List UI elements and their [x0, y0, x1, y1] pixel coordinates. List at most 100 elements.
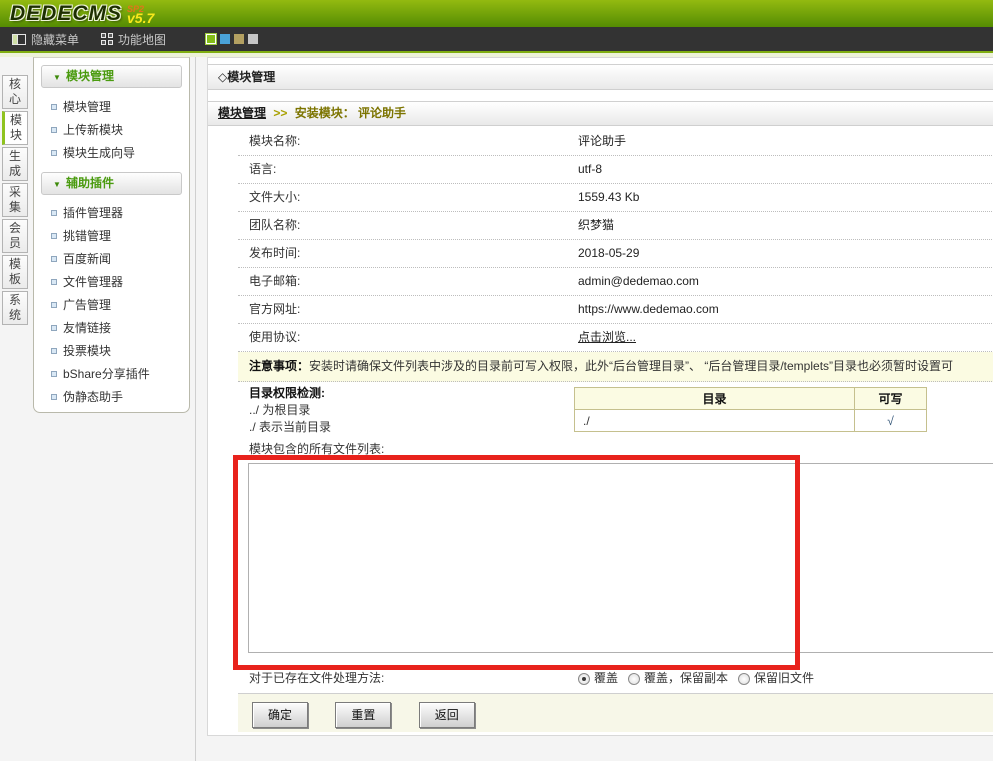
theme-square-gray[interactable] — [248, 34, 258, 44]
menu-item-upload-new-module[interactable]: 上传新模块 — [34, 119, 189, 142]
hide-menu-label: 隐藏菜单 — [31, 31, 79, 48]
square-bullet-icon — [51, 127, 57, 133]
tab-system[interactable]: 系统 — [2, 291, 28, 325]
table-header-row: 目录 可写 — [575, 388, 927, 410]
square-bullet-icon — [51, 104, 57, 110]
menu-item-file-manager[interactable]: 文件管理器 — [34, 271, 189, 294]
reset-button[interactable]: 重置 — [335, 702, 391, 728]
radio-overwrite[interactable]: 覆盖 — [578, 665, 618, 692]
square-bullet-icon — [51, 325, 57, 331]
back-button[interactable]: 返回 — [419, 702, 475, 728]
breadcrumb-link-module-management[interactable]: 模块管理 — [218, 106, 266, 120]
tab-member[interactable]: 会员 — [2, 219, 28, 253]
module-menu-panel: ▼ 模块管理 模块管理 上传新模块 模块生成向导 ▼ 辅助插件 插件管理器 挑错… — [33, 57, 190, 413]
menu-section-auxiliary-plugins[interactable]: ▼ 辅助插件 — [41, 172, 182, 195]
square-bullet-icon — [51, 150, 57, 156]
sitemap-grid-icon — [101, 33, 113, 45]
table-row-module-name: 模块名称: 评论助手 — [238, 128, 993, 156]
module-tab-strip: 核心 模块 生成 采集 会员 模板 系统 — [2, 75, 30, 327]
sitemap-label: 功能地图 — [118, 31, 166, 48]
dir-permission-row: 目录权限检测: ../ 为根目录 ./ 表示当前目录 目录 可写 ./ √ — [238, 382, 993, 439]
module-files-textarea[interactable] — [248, 463, 993, 653]
table-row-file-size: 文件大小: 1559.43 Kb — [238, 184, 993, 212]
table-row-license: 使用协议: 点击浏览... — [238, 324, 993, 352]
tab-core[interactable]: 核心 — [2, 75, 28, 109]
notice-label: 注意事项： — [249, 359, 309, 373]
theme-square-green[interactable] — [206, 34, 216, 44]
install-module-form: 模块名称: 评论助手 语言: utf-8 文件大小: 1559.43 Kb 团队… — [238, 128, 993, 732]
dir-cell: ./ — [575, 410, 855, 432]
menu-item-module-wizard[interactable]: 模块生成向导 — [34, 142, 189, 165]
table-row: ./ √ — [575, 410, 927, 432]
license-browse-link[interactable]: 点击浏览... — [578, 324, 636, 351]
file-handling-options: 覆盖 覆盖，保留副本 保留旧文件 — [578, 665, 814, 692]
breadcrumb-current: 安装模块： 评论助手 — [295, 106, 406, 120]
radio-button-icon — [578, 673, 590, 685]
table-row-release-date: 发布时间: 2018-05-29 — [238, 240, 993, 268]
theme-color-picker — [206, 34, 258, 44]
dir-permission-table: 目录 可写 ./ √ — [574, 387, 927, 432]
sidebar-divider — [195, 57, 196, 761]
radio-overwrite-keep-copy[interactable]: 覆盖，保留副本 — [628, 665, 728, 692]
file-handling-row: 对于已存在文件处理方法: 覆盖 覆盖，保留副本 保留旧文件 — [238, 665, 993, 693]
file-handling-label: 对于已存在文件处理方法: — [249, 671, 384, 685]
square-bullet-icon — [51, 394, 57, 400]
form-buttons-row: 确定 重置 返回 — [238, 693, 993, 732]
radio-keep-old-file[interactable]: 保留旧文件 — [738, 665, 814, 692]
page-title-bar: ◇模块管理 — [208, 64, 993, 90]
files-list-label: 模块包含的所有文件列表: — [238, 439, 993, 463]
square-bullet-icon — [51, 279, 57, 285]
menu-section-module-management[interactable]: ▼ 模块管理 — [41, 65, 182, 88]
page-title: 模块管理 — [227, 70, 275, 84]
menu-item-plugin-manager[interactable]: 插件管理器 — [34, 202, 189, 225]
square-bullet-icon — [51, 233, 57, 239]
top-brand-bar: DEDECMS SP2 v5.7 — [0, 0, 993, 27]
admin-toolbar: 隐藏菜单 功能地图 — [0, 27, 993, 51]
menu-item-pseudo-static[interactable]: 伪静态助手 — [34, 386, 189, 409]
table-row-website: 官方网址: https://www.dedemao.com — [238, 296, 993, 324]
menu-item-baidu-news[interactable]: 百度新闻 — [34, 248, 189, 271]
square-bullet-icon — [51, 256, 57, 262]
menu-item-vote-module[interactable]: 投票模块 — [34, 340, 189, 363]
menu-section-1-items: 插件管理器 挑错管理 百度新闻 文件管理器 广告管理 友情链接 投票模块 bSh… — [34, 202, 189, 409]
table-row-language: 语言: utf-8 — [238, 156, 993, 184]
menu-item-ad-management[interactable]: 广告管理 — [34, 294, 189, 317]
menu-item-friend-links[interactable]: 友情链接 — [34, 317, 189, 340]
menu-item-module-management[interactable]: 模块管理 — [34, 96, 189, 119]
breadcrumb: 模块管理 >> 安装模块： 评论助手 — [208, 101, 993, 126]
hide-menu-icon — [12, 34, 26, 45]
menu-item-bshare-plugin[interactable]: bShare分享插件 — [34, 363, 189, 386]
tab-collect[interactable]: 采集 — [2, 183, 28, 217]
square-bullet-icon — [51, 302, 57, 308]
radio-button-icon — [738, 673, 750, 685]
radio-button-icon — [628, 673, 640, 685]
writable-check-cell: √ — [855, 410, 927, 432]
square-bullet-icon — [51, 348, 57, 354]
hide-menu-button[interactable]: 隐藏菜单 — [12, 31, 79, 48]
dedecms-logo: DEDECMS — [10, 2, 122, 26]
version-block: SP2 v5.7 — [127, 5, 154, 23]
theme-square-blue[interactable] — [220, 34, 230, 44]
column-header-directory: 目录 — [575, 388, 855, 410]
version-label: v5.7 — [127, 14, 154, 23]
table-row-team-name: 团队名称: 织梦猫 — [238, 212, 993, 240]
ok-button[interactable]: 确定 — [252, 702, 308, 728]
table-row-email: 电子邮箱: admin@dedemao.com — [238, 268, 993, 296]
main-content: ◇模块管理 模块管理 >> 安装模块： 评论助手 模块名称: 评论助手 语言: … — [207, 57, 993, 736]
diamond-icon: ◇ — [218, 70, 227, 84]
chevron-down-icon: ▼ — [53, 173, 61, 196]
notice-row: 注意事项：安装时请确保文件列表中涉及的目录前可写入权限，此外“后台管理目录”、 … — [238, 352, 993, 382]
square-bullet-icon — [51, 371, 57, 377]
tab-template[interactable]: 模板 — [2, 255, 28, 289]
notice-text: 安装时请确保文件列表中涉及的目录前可写入权限，此外“后台管理目录”、 “后台管理… — [309, 359, 953, 373]
chevron-down-icon: ▼ — [53, 66, 61, 89]
square-bullet-icon — [51, 210, 57, 216]
column-header-writable: 可写 — [855, 388, 927, 410]
tab-module[interactable]: 模块 — [2, 111, 28, 145]
theme-square-tan[interactable] — [234, 34, 244, 44]
tab-generate[interactable]: 生成 — [2, 147, 28, 181]
menu-item-error-report[interactable]: 挑错管理 — [34, 225, 189, 248]
menu-section-0-items: 模块管理 上传新模块 模块生成向导 — [34, 96, 189, 165]
sitemap-button[interactable]: 功能地图 — [101, 31, 166, 48]
breadcrumb-separator: >> — [273, 106, 287, 120]
